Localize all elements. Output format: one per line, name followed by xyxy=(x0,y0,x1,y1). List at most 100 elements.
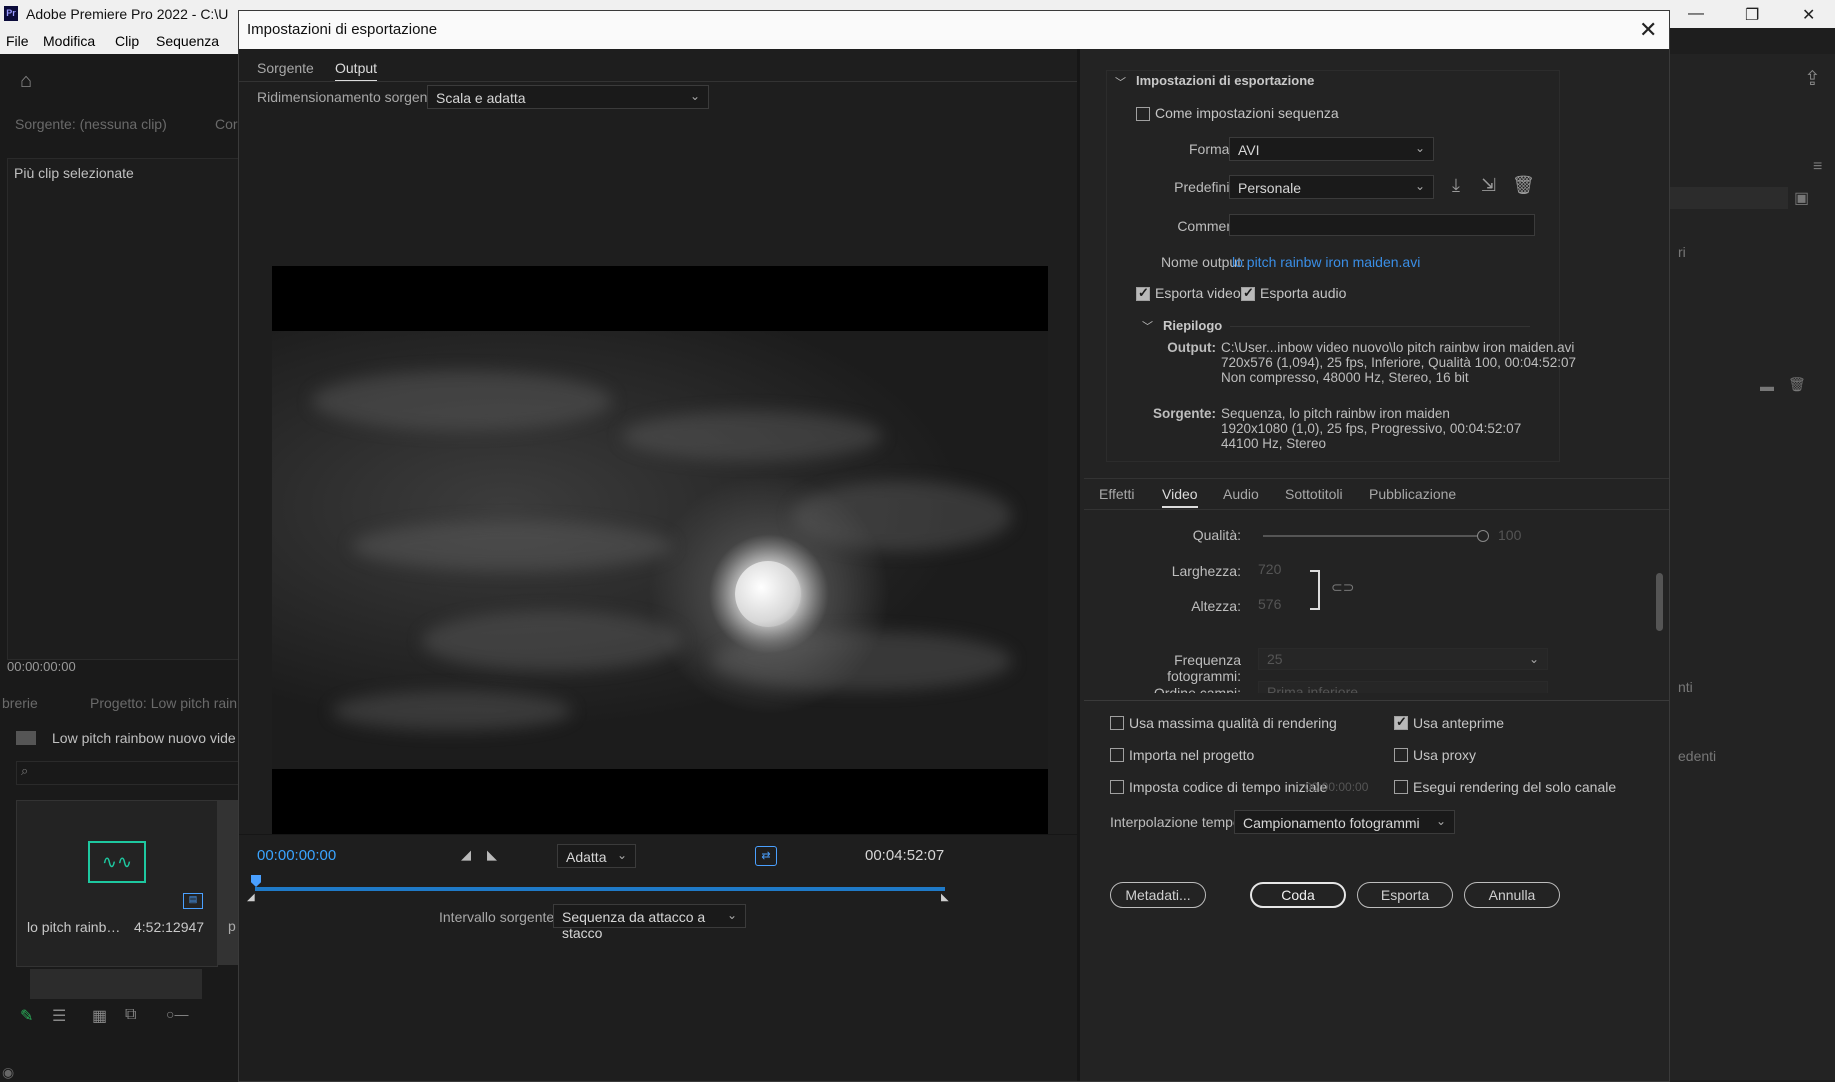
output-name-link[interactable]: lo pitch rainbw iron maiden.avi xyxy=(1232,254,1420,270)
comments-input[interactable] xyxy=(1229,214,1535,236)
use-proxy-label[interactable]: Usa proxy xyxy=(1413,747,1476,763)
current-timecode[interactable]: 00:00:00:00 xyxy=(257,847,336,864)
delete-preset-icon[interactable]: 🗑 xyxy=(1512,175,1535,196)
restore-icon[interactable]: ❐ xyxy=(1745,5,1759,25)
use-previews-label[interactable]: Usa anteprime xyxy=(1413,715,1504,731)
home-icon[interactable]: ⌂ xyxy=(20,70,32,93)
right-panel-field[interactable] xyxy=(1668,187,1788,209)
zoom-slider[interactable]: ○— xyxy=(166,1006,188,1022)
settings-scrollbar[interactable] xyxy=(1656,573,1663,631)
match-sequence-label[interactable]: Come impostazioni sequenza xyxy=(1155,105,1339,121)
time-interp-label: Interpolazione tempo: xyxy=(1110,814,1245,830)
playhead[interactable] xyxy=(251,875,261,887)
cancel-button[interactable]: Annulla xyxy=(1464,882,1560,908)
field-order-dropdown[interactable]: Prima inferiore xyxy=(1258,681,1548,693)
width-label: Larghezza: xyxy=(1171,563,1241,579)
timeline-scrubber[interactable] xyxy=(255,887,945,891)
folder-icon-right[interactable]: ▬ xyxy=(1760,378,1774,394)
metadata-button[interactable]: Metadati... xyxy=(1110,882,1206,908)
menu-clip[interactable]: Clip xyxy=(115,33,139,49)
max-quality-label[interactable]: Usa massima qualità di rendering xyxy=(1129,715,1337,731)
collapse-chevron-icon[interactable]: ﹀ xyxy=(1115,74,1126,90)
clip-thumbnail-2[interactable]: p xyxy=(218,800,240,965)
crop-output-icon[interactable]: ⇄ xyxy=(755,846,777,866)
fit-value: Adatta xyxy=(566,849,607,865)
start-timecode-checkbox[interactable] xyxy=(1110,780,1124,794)
trash-icon-right[interactable]: 🗑 xyxy=(1788,376,1806,393)
tab-video[interactable]: Video xyxy=(1162,486,1198,508)
tab-output[interactable]: Output xyxy=(335,60,378,82)
set-in-point-icon[interactable]: ◢ xyxy=(461,847,471,863)
project-tab[interactable]: Progetto: Low pitch rain xyxy=(90,695,237,711)
summary-output-label: Output: xyxy=(1167,340,1216,355)
project-search-input[interactable]: ⌕ xyxy=(16,761,240,785)
quality-slider-track[interactable] xyxy=(1263,535,1483,537)
source-tab-cut[interactable]: Cor xyxy=(215,116,238,132)
match-sequence-checkbox[interactable] xyxy=(1136,107,1150,121)
preview-pane: Sorgente Output Ridimensionamento sorgen… xyxy=(239,49,1080,1081)
export-button[interactable]: Esporta xyxy=(1357,882,1453,908)
icon-view-icon[interactable]: ▦ xyxy=(92,1006,107,1026)
quality-slider-thumb[interactable] xyxy=(1477,530,1489,542)
preset-dropdown[interactable]: Personale ⌄ xyxy=(1229,175,1434,199)
set-out-point-icon[interactable]: ◣ xyxy=(487,847,497,863)
source-monitor-label[interactable]: Sorgente: (nessuna clip) xyxy=(15,116,167,132)
panel-menu-icon[interactable]: ≡ xyxy=(1813,158,1822,176)
fit-dropdown[interactable]: Adatta ⌄ xyxy=(557,844,636,868)
export-settings-dialog: Impostazioni di esportazione ✕ Sorgente … xyxy=(238,10,1670,1082)
dialog-close-icon[interactable]: ✕ xyxy=(1639,17,1657,43)
export-video-checkbox[interactable] xyxy=(1136,285,1150,301)
export-audio-checkbox[interactable] xyxy=(1241,285,1255,301)
tab-effetti[interactable]: Effetti xyxy=(1099,486,1135,502)
tab-pubblicazione[interactable]: Pubblicazione xyxy=(1369,486,1456,502)
clip-thumbnail[interactable]: ∿∿ ▤ lo pitch rainb… 4:52:12947 xyxy=(16,800,218,967)
source-range-dropdown[interactable]: Sequenza da attacco a stacco ⌄ xyxy=(553,904,746,941)
use-proxy-checkbox[interactable] xyxy=(1394,748,1408,762)
preset-value: Personale xyxy=(1238,180,1302,196)
new-folder-icon[interactable]: ▣ xyxy=(1794,188,1809,208)
format-dropdown[interactable]: AVI ⌄ xyxy=(1229,137,1434,161)
status-icon: ◉ xyxy=(2,1064,15,1080)
menu-sequenza[interactable]: Sequenza xyxy=(156,33,219,49)
tab-sottotitoli[interactable]: Sottotitoli xyxy=(1285,486,1343,502)
clip-name: lo pitch rainb… xyxy=(27,919,121,935)
time-interp-dropdown[interactable]: Campionamento fotogrammi ⌄ xyxy=(1234,810,1455,834)
use-previews-checkbox[interactable] xyxy=(1394,714,1408,730)
tab-sorgente[interactable]: Sorgente xyxy=(257,60,314,76)
import-project-label[interactable]: Importa nel progetto xyxy=(1129,747,1254,763)
menu-modifica[interactable]: Modifica xyxy=(43,33,95,49)
alpha-only-label[interactable]: Esegui rendering del solo canale xyxy=(1413,779,1616,795)
close-app-icon[interactable]: ✕ xyxy=(1802,5,1815,25)
summary-chevron-icon[interactable]: ﹀ xyxy=(1142,318,1153,334)
minimize-icon[interactable]: — xyxy=(1688,5,1704,23)
share-icon[interactable]: ⇪ xyxy=(1804,66,1821,91)
start-timecode-label[interactable]: Imposta codice di tempo iniziale xyxy=(1129,779,1327,795)
freeform-view-icon[interactable]: ⧉ xyxy=(125,1006,136,1024)
export-audio-label[interactable]: Esporta audio xyxy=(1260,285,1346,301)
menu-file[interactable]: File xyxy=(6,33,29,49)
resize-dropdown[interactable]: Scala e adatta ⌄ xyxy=(427,85,709,109)
pencil-icon[interactable]: ✎ xyxy=(20,1006,33,1026)
framerate-dropdown[interactable]: 25 ⌄ xyxy=(1258,648,1548,670)
list-view-icon[interactable]: ☰ xyxy=(52,1006,66,1026)
import-project-checkbox[interactable] xyxy=(1110,748,1124,762)
width-value[interactable]: 720 xyxy=(1258,561,1281,577)
alpha-only-checkbox[interactable] xyxy=(1394,780,1408,794)
aspect-bracket xyxy=(1310,570,1320,610)
start-timecode-value[interactable]: 00:00:00:00 xyxy=(1305,780,1368,794)
libraries-tab[interactable]: brerie xyxy=(2,695,38,711)
link-icon[interactable]: ⊂⊃ xyxy=(1331,579,1354,596)
tab-audio[interactable]: Audio xyxy=(1223,486,1259,502)
quality-value: 100 xyxy=(1498,527,1522,543)
save-preset-icon[interactable]: ⤓ xyxy=(1452,175,1460,196)
out-point-marker[interactable]: ◣ xyxy=(941,892,949,903)
queue-button[interactable]: Coda xyxy=(1250,882,1346,908)
export-video-label[interactable]: Esporta video xyxy=(1155,285,1241,301)
export-settings-title: Impostazioni di esportazione xyxy=(1136,73,1315,88)
import-preset-icon[interactable]: ⇲ xyxy=(1481,175,1496,196)
in-point-marker[interactable]: ◢ xyxy=(247,892,255,903)
clip-thumbnail-3[interactable] xyxy=(30,969,202,999)
project-folder-name[interactable]: Low pitch rainbow nuovo vide xyxy=(52,730,236,746)
height-value[interactable]: 576 xyxy=(1258,596,1281,612)
max-quality-checkbox[interactable] xyxy=(1110,716,1124,730)
